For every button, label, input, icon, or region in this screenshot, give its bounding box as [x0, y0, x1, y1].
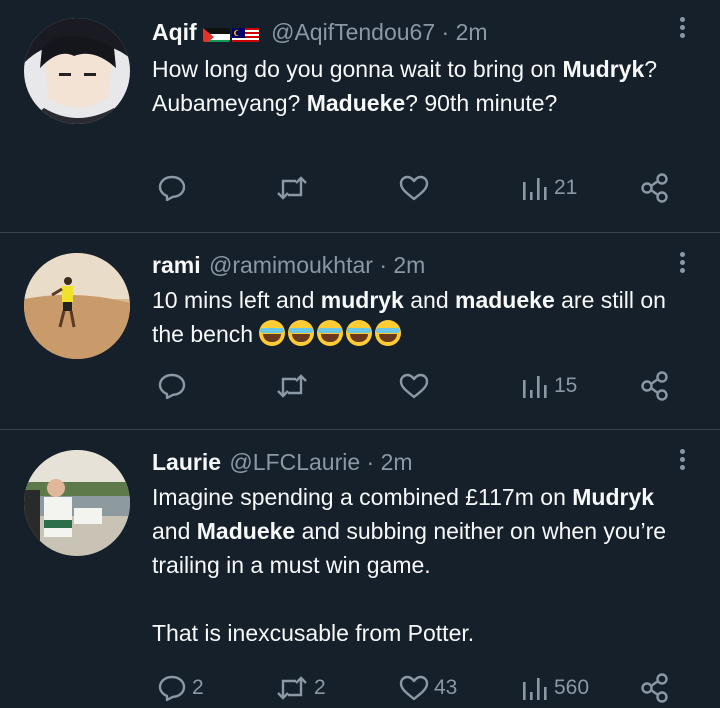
avatar[interactable] [24, 450, 130, 556]
user-handle[interactable]: @LFCLaurie [229, 449, 360, 475]
tweet-text-paragraph: That is inexcusable from Potter. [152, 620, 475, 646]
tweet-header: Aqif @AqifTendou67 · 2m [152, 18, 488, 46]
heart-icon [399, 373, 429, 399]
views-count: 21 [554, 176, 578, 199]
timestamp[interactable]: 2m [381, 449, 413, 475]
tweet-text-bold: madueke [455, 287, 555, 313]
heart-icon [399, 175, 429, 201]
reply-button[interactable]: 2 [156, 672, 204, 704]
like-button[interactable]: 43 [398, 672, 457, 704]
share-icon [641, 371, 668, 401]
share-icon [641, 673, 668, 703]
reply-icon [158, 175, 186, 202]
tweet-text-segment: 10 mins left and [152, 287, 321, 313]
timestamp[interactable]: 2m [393, 252, 425, 278]
separator-dot: · [379, 252, 387, 278]
tweet-text-bold: Madueke [196, 518, 296, 544]
reply-count: 2 [192, 676, 204, 699]
avatar[interactable] [24, 18, 130, 124]
retweet-count: 2 [314, 676, 326, 699]
tweet-text: How long do you gonna wait to bring on M… [152, 52, 702, 120]
share-button[interactable] [638, 672, 672, 704]
like-button[interactable] [398, 172, 430, 204]
retweet-button[interactable] [274, 370, 310, 402]
more-options-icon[interactable] [672, 446, 692, 476]
separator-dot: · [441, 19, 450, 45]
retweet-icon [277, 676, 307, 700]
tweet-text-segment: Imagine spending a combined £117m on [152, 484, 573, 510]
retweet-button[interactable]: 2 [274, 672, 326, 704]
like-button[interactable] [398, 370, 430, 402]
palestine-flag-icon [202, 24, 230, 42]
user-handle[interactable]: @ramimoukhtar [209, 252, 373, 278]
views-count: 560 [554, 676, 590, 699]
tweet-text-bold: mudryk [320, 287, 404, 313]
heart-icon [399, 675, 429, 701]
tweet-actions: 2 2 43 560 [0, 672, 720, 708]
tweet-text-bold: Madueke [306, 90, 406, 116]
separator-dot: · [366, 449, 375, 475]
display-name[interactable]: Laurie [152, 449, 221, 475]
user-handle[interactable]: @AqifTendou67 [271, 19, 435, 45]
tweet-text-bold: Mudryk [562, 56, 645, 82]
tweet[interactable]: Laurie @LFCLaurie · 2m Imagine spending … [0, 430, 720, 707]
display-name[interactable]: rami [152, 252, 201, 278]
tweet-text: 10 mins left and mudryk and madueke are … [152, 283, 702, 351]
tweet-text-segment: How long do you gonna wait to bring on [152, 56, 563, 82]
views-button[interactable]: 560 [520, 672, 589, 704]
retweet-button[interactable] [274, 172, 310, 204]
views-count: 15 [554, 374, 578, 397]
analytics-icon [523, 178, 547, 200]
tweet-text-bold: Mudryk [572, 484, 655, 510]
tweet-actions: 15 [0, 370, 720, 406]
tweet-text-segment: and [403, 287, 456, 313]
timestamp[interactable]: 2m [456, 19, 488, 45]
retweet-icon [277, 374, 307, 398]
tweet-header: rami @ramimoukhtar · 2m [152, 251, 425, 279]
reply-button[interactable] [156, 172, 188, 204]
tweet-text-segment: ? 90th minute? [405, 90, 558, 116]
share-button[interactable] [638, 172, 672, 204]
analytics-icon [523, 376, 547, 398]
display-name[interactable]: Aqif [152, 19, 197, 45]
reply-icon [158, 675, 186, 702]
tweet-text: Imagine spending a combined £117m on Mud… [152, 480, 697, 650]
more-options-icon[interactable] [672, 14, 692, 44]
retweet-icon [277, 176, 307, 200]
share-icon [641, 173, 668, 203]
tweet[interactable]: Aqif @AqifTendou67 · 2m How long do you … [0, 0, 720, 232]
tweet[interactable]: rami @ramimoukhtar · 2m 10 mins left and… [0, 233, 720, 429]
reply-icon [158, 373, 186, 400]
analytics-icon [523, 678, 547, 700]
like-count: 43 [434, 676, 458, 699]
tweet-text-segment: and [152, 518, 197, 544]
tweet-header: Laurie @LFCLaurie · 2m [152, 448, 413, 476]
reply-button[interactable] [156, 370, 188, 402]
more-options-icon[interactable] [672, 249, 692, 279]
malaysia-flag-icon [231, 24, 259, 42]
tweet-actions: 21 [0, 172, 720, 208]
views-button[interactable]: 21 [520, 172, 577, 204]
laughing-emoji-icon [259, 320, 404, 347]
avatar[interactable] [24, 253, 130, 359]
share-button[interactable] [638, 370, 672, 402]
views-button[interactable]: 15 [520, 370, 577, 402]
